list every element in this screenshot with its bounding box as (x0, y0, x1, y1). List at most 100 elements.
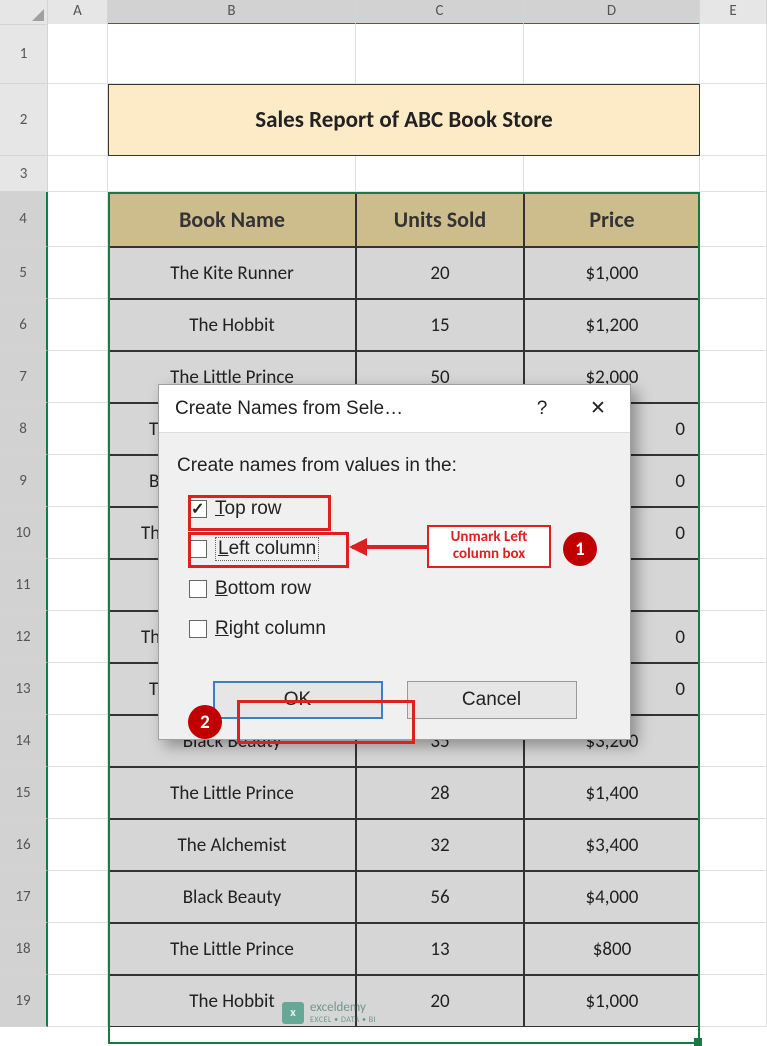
cell[interactable] (700, 715, 767, 767)
col-header-E[interactable]: E (700, 0, 767, 25)
cell[interactable] (48, 923, 108, 975)
cancel-button[interactable]: Cancel (407, 681, 577, 719)
cell[interactable] (700, 192, 767, 247)
cell[interactable] (700, 975, 767, 1027)
cell-units-sold[interactable]: 13 (356, 923, 524, 975)
cell-price[interactable]: $4,000 (524, 871, 700, 923)
row-header-17[interactable]: 17 (0, 871, 48, 923)
cell-units-sold[interactable]: 15 (356, 299, 524, 351)
cell-book-name[interactable]: The Kite Runner (108, 247, 356, 299)
cell[interactable] (356, 24, 524, 84)
cell[interactable] (700, 455, 767, 507)
row-header-19[interactable]: 19 (0, 975, 48, 1027)
row-header-8[interactable]: 8 (0, 403, 48, 455)
cell[interactable] (48, 84, 108, 156)
row-header-12[interactable]: 12 (0, 611, 48, 663)
cell-book-name[interactable]: The Little Prince (108, 767, 356, 819)
cell[interactable] (48, 192, 108, 247)
cell[interactable] (700, 247, 767, 299)
cell[interactable] (48, 156, 108, 192)
cell[interactable] (48, 559, 108, 611)
cell[interactable] (48, 351, 108, 403)
cell[interactable] (48, 715, 108, 767)
row-header-2[interactable]: 2 (0, 84, 48, 156)
cell[interactable] (700, 923, 767, 975)
cell[interactable] (700, 24, 767, 84)
cell[interactable] (700, 819, 767, 871)
cell[interactable] (48, 819, 108, 871)
header-units-sold[interactable]: Units Sold (356, 192, 524, 247)
cell[interactable] (524, 24, 700, 84)
cell-book-name[interactable]: Black Beauty (108, 871, 356, 923)
cell-units-sold[interactable]: 56 (356, 871, 524, 923)
row-header-6[interactable]: 6 (0, 299, 48, 351)
cell[interactable] (48, 663, 108, 715)
row-header-13[interactable]: 13 (0, 663, 48, 715)
checkbox-right-column[interactable] (189, 620, 207, 638)
cell[interactable] (48, 455, 108, 507)
cell-price[interactable]: $3,400 (524, 819, 700, 871)
row-header-16[interactable]: 16 (0, 819, 48, 871)
close-icon[interactable]: ✕ (570, 389, 626, 429)
dialog-titlebar[interactable]: Create Names from Sele… ? ✕ (159, 385, 630, 433)
row-header-11[interactable]: 11 (0, 559, 48, 611)
option-right-column[interactable]: Right column (189, 609, 630, 649)
cell[interactable] (48, 24, 108, 84)
cell[interactable] (524, 156, 700, 192)
row-header-1[interactable]: 1 (0, 24, 48, 84)
row-header-15[interactable]: 15 (0, 767, 48, 819)
cell[interactable] (700, 663, 767, 715)
report-title[interactable]: Sales Report of ABC Book Store (108, 84, 700, 156)
help-icon[interactable]: ? (514, 389, 570, 429)
ok-button[interactable]: OK (213, 681, 383, 719)
row-header-7[interactable]: 7 (0, 351, 48, 403)
cell[interactable] (700, 507, 767, 559)
row-header-3[interactable]: 3 (0, 156, 48, 192)
cell-units-sold[interactable]: 28 (356, 767, 524, 819)
cell[interactable] (48, 247, 108, 299)
checkbox-left-column[interactable] (189, 540, 207, 558)
cell[interactable] (700, 299, 767, 351)
col-header-C[interactable]: C (356, 0, 524, 25)
cell-price[interactable]: $1,200 (524, 299, 700, 351)
cell[interactable] (700, 559, 767, 611)
cell-price[interactable]: $1,400 (524, 767, 700, 819)
cell-price[interactable]: $800 (524, 923, 700, 975)
cell[interactable] (108, 156, 356, 192)
cell[interactable] (700, 156, 767, 192)
cell[interactable] (48, 975, 108, 1027)
cell[interactable] (48, 403, 108, 455)
row-header-5[interactable]: 5 (0, 247, 48, 299)
cell-price[interactable]: $1,000 (524, 975, 700, 1027)
col-header-D[interactable]: D (524, 0, 700, 25)
cell[interactable] (700, 403, 767, 455)
row-header-9[interactable]: 9 (0, 455, 48, 507)
cell[interactable] (700, 351, 767, 403)
header-price[interactable]: Price (524, 192, 700, 247)
cell[interactable] (48, 507, 108, 559)
checkbox-top-row[interactable] (189, 500, 207, 518)
row-header-10[interactable]: 10 (0, 507, 48, 559)
option-top-row[interactable]: Top row (189, 489, 630, 529)
cell[interactable] (48, 767, 108, 819)
row-header-4[interactable]: 4 (0, 192, 48, 247)
cell[interactable] (700, 611, 767, 663)
cell-book-name[interactable]: The Hobbit (108, 299, 356, 351)
cell-units-sold[interactable]: 32 (356, 819, 524, 871)
cell[interactable] (356, 156, 524, 192)
col-header-B[interactable]: B (108, 0, 356, 25)
cell[interactable] (48, 611, 108, 663)
row-header-18[interactable]: 18 (0, 923, 48, 975)
cell[interactable] (108, 24, 356, 84)
col-header-A[interactable]: A (48, 0, 108, 25)
select-all-corner[interactable] (0, 0, 48, 25)
cell-units-sold[interactable]: 20 (356, 975, 524, 1027)
checkbox-bottom-row[interactable] (189, 580, 207, 598)
cell[interactable] (700, 767, 767, 819)
option-bottom-row[interactable]: Bottom row (189, 569, 630, 609)
cell-book-name[interactable]: The Little Prince (108, 923, 356, 975)
cell[interactable] (48, 871, 108, 923)
header-book-name[interactable]: Book Name (108, 192, 356, 247)
cell[interactable] (700, 871, 767, 923)
row-header-14[interactable]: 14 (0, 715, 48, 767)
